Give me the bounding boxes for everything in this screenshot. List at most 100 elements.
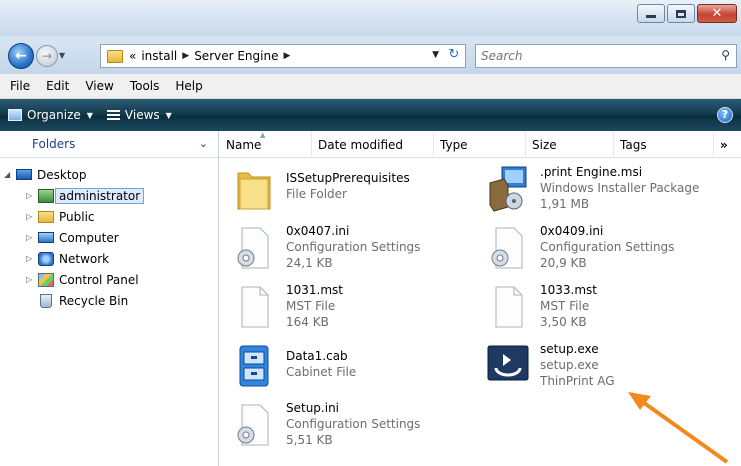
maximize-icon [676,9,686,18]
menu-view[interactable]: View [85,79,113,93]
expand-arrow-icon[interactable]: ▷ [26,212,36,221]
tree-item-network[interactable]: ▷ Network [26,248,109,269]
breadcrumb-separator-icon[interactable]: ▶ [283,51,290,61]
file-item[interactable]: ISSetupPrerequisites File Folder [224,163,474,221]
collapse-arrow-icon[interactable]: ◢ [4,170,14,179]
file-item[interactable]: 0x0407.ini Configuration Settings 24,1 K… [224,222,474,280]
file-list-pane: ▲ Name Date modified Type Size Tags » IS… [220,131,741,466]
file-item[interactable]: Data1.cab Cabinet File [224,340,474,398]
column-label: Tags [620,137,647,152]
tree-item-control-panel[interactable]: ▷ Control Panel [26,269,139,290]
breadcrumb-install[interactable]: install [141,49,177,63]
forward-button[interactable]: → [36,45,58,67]
config-settings-icon [237,404,269,446]
breadcrumb-separator-icon[interactable]: ▶ [182,51,189,61]
caption-buttons: ✕ [637,4,737,23]
column-header-tags[interactable]: Tags [614,131,714,158]
more-columns-button[interactable]: » [714,131,741,158]
folder-icon [237,172,271,210]
expand-arrow-icon[interactable]: ▷ [26,275,36,284]
cabinet-icon [239,345,269,387]
close-button[interactable]: ✕ [697,4,737,23]
views-label: Views [124,108,160,122]
tree-item-public[interactable]: ▷ Public [26,206,95,227]
file-type: Windows Installer Package [540,181,700,195]
desktop-icon [16,169,32,180]
folder-icon [107,49,123,63]
file-type: Configuration Settings [540,240,675,254]
column-header-date-modified[interactable]: Date modified [312,131,434,158]
menu-file[interactable]: File [10,79,30,93]
tree-label: Computer [59,230,119,245]
breadcrumb-overflow[interactable]: « [129,49,136,63]
column-label: Date modified [318,137,404,152]
folders-header[interactable]: Folders ⌄ [0,131,218,158]
tree-label: Control Panel [59,272,139,287]
tree-item-recycle-bin[interactable]: Recycle Bin [38,290,128,311]
chevron-down-icon: ▼ [165,110,172,120]
file-item[interactable]: .print Engine.msi Windows Installer Pack… [478,163,738,221]
tree-item-administrator[interactable]: ▷ administrator [26,185,145,206]
file-type: MST File [286,299,336,313]
sort-ascending-icon: ▲ [260,131,266,139]
chevron-down-icon[interactable]: ⌄ [199,137,208,150]
file-item[interactable]: setup.exe setup.exe ThinPrint AG [478,340,738,398]
menu-help[interactable]: Help [175,79,202,93]
tree-item-desktop[interactable]: ◢ Desktop [4,164,87,185]
config-settings-icon [237,227,269,269]
file-item[interactable]: 1031.mst MST File 164 KB [224,281,474,339]
navigation-bar: ← → ▼ « install ▶ Server Engine ▶ ▼ ↻ ⚲ [0,36,741,74]
organize-button[interactable]: Organize ▼ [8,108,93,122]
minimize-button[interactable] [637,4,665,23]
menu-tools[interactable]: Tools [130,79,160,93]
file-type: File Folder [286,187,347,201]
breadcrumb-server-engine[interactable]: Server Engine [194,49,278,63]
search-icon[interactable]: ⚲ [721,48,730,62]
expand-arrow-icon[interactable]: ▷ [26,254,36,263]
search-input[interactable] [481,49,701,63]
control-panel-icon [38,272,54,287]
address-bar[interactable]: « install ▶ Server Engine ▶ ▼ [100,44,466,68]
column-label: Size [532,137,557,152]
expand-arrow-icon[interactable]: ▷ [26,233,36,242]
title-bar: ✕ [0,0,741,36]
address-dropdown-icon[interactable]: ▼ [432,50,439,60]
file-name: 1031.mst [286,283,343,297]
menu-edit[interactable]: Edit [46,79,69,93]
menu-bar: File Edit View Tools Help [0,74,741,99]
organize-icon [8,109,22,121]
file-company: ThinPrint AG [540,374,615,388]
file-name: 1033.mst [540,283,597,297]
back-arrow-icon: ← [15,48,27,64]
file-name: ISSetupPrerequisites [286,171,410,185]
column-header-size[interactable]: Size [526,131,614,158]
tree-item-computer[interactable]: ▷ Computer [26,227,119,248]
tree-label: administrator [55,187,145,204]
views-button[interactable]: Views ▼ [106,108,172,122]
help-button[interactable]: ? [717,107,733,123]
maximize-button[interactable] [667,4,695,23]
file-item[interactable]: 0x0409.ini Configuration Settings 20,9 K… [478,222,738,280]
file-type: Configuration Settings [286,240,421,254]
blank-file-icon [241,286,269,328]
file-name: .print Engine.msi [540,165,643,179]
file-size: 20,9 KB [540,256,587,270]
folders-pane: Folders ⌄ ◢ Desktop ▷ administrator ▷ Pu… [0,131,219,466]
refresh-button[interactable]: ↻ [440,47,468,65]
file-item[interactable]: Setup.ini Configuration Settings 5,51 KB [224,399,474,457]
back-button[interactable]: ← [8,43,34,69]
blank-file-icon [495,286,523,328]
column-header-name[interactable]: ▲ Name [220,131,312,158]
file-item[interactable]: 1033.mst MST File 3,50 KB [478,281,738,339]
file-name: 0x0407.ini [286,224,350,238]
folder-icon [38,210,54,223]
file-size: 24,1 KB [286,256,333,270]
close-icon: ✕ [711,6,723,21]
column-header-type[interactable]: Type [434,131,526,158]
recycle-bin-icon [40,293,52,308]
search-box[interactable]: ⚲ [475,44,737,68]
expand-arrow-icon[interactable]: ▷ [26,191,36,200]
tree-label: Recycle Bin [59,293,129,308]
file-type: Configuration Settings [286,417,421,431]
recent-pages-dropdown[interactable]: ▼ [59,51,69,61]
